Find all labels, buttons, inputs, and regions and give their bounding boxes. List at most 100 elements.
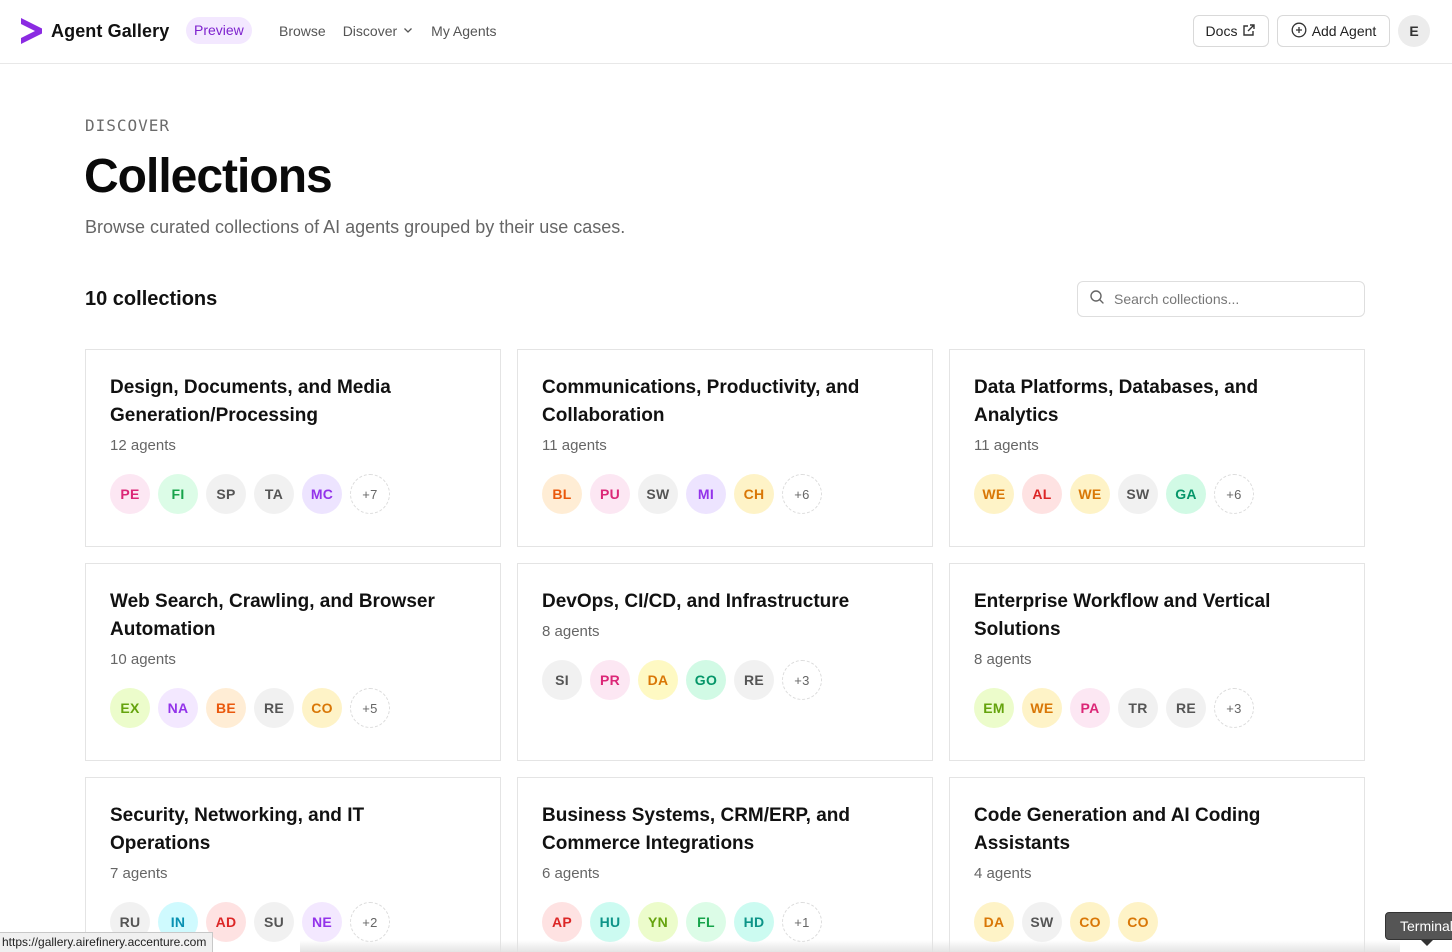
collection-card[interactable]: Web Search, Crawling, and Browser Automa… [85, 563, 501, 761]
collection-title: Business Systems, CRM/ERP, and Commerce … [542, 805, 850, 854]
agent-avatar: RE [734, 660, 774, 700]
collection-card[interactable]: Business Systems, CRM/ERP, and Commerce … [517, 777, 933, 952]
agent-avatar: NE [302, 902, 342, 942]
agent-avatar: GO [686, 660, 726, 700]
more-agents-count: +3 [1214, 688, 1254, 728]
search-icon [1089, 289, 1105, 310]
agent-avatar: CO [1118, 902, 1158, 942]
agent-avatar: FI [158, 474, 198, 514]
agent-avatar: SP [206, 474, 246, 514]
agent-avatar: RE [254, 688, 294, 728]
nav-browse[interactable]: Browse [279, 21, 326, 41]
collection-card[interactable]: Design, Documents, and Media Generation/… [85, 349, 501, 547]
more-agents-count: +6 [782, 474, 822, 514]
preview-badge: Preview [186, 17, 252, 44]
add-agent-label: Add Agent [1311, 23, 1377, 39]
agent-avatar: PR [590, 660, 630, 700]
agent-avatar-row: DA SW CO CO [974, 902, 1340, 942]
agent-avatar: CH [734, 474, 774, 514]
more-agents-count: +3 [782, 660, 822, 700]
search-input[interactable] [1114, 291, 1354, 307]
collection-agent-count: 12 agents [110, 437, 176, 454]
agent-avatar: RE [1166, 688, 1206, 728]
nav-browse-label: Browse [279, 23, 326, 39]
more-agents-count: +6 [1214, 474, 1254, 514]
tooltip: Terminal [1385, 912, 1452, 940]
agent-avatar: WE [1070, 474, 1110, 514]
agent-avatar-row: AP HU YN FL HD +1 [542, 902, 908, 942]
agent-avatar: AL [1022, 474, 1062, 514]
collection-title: Code Generation and AI Coding Assistants [974, 805, 1261, 854]
link-status-bar: https://gallery.airefinery.accenture.com [0, 932, 214, 952]
collection-title: Data Platforms, Databases, and Analytics [974, 377, 1259, 426]
nav-my-agents-label: My Agents [431, 23, 497, 39]
agent-avatar: SW [1118, 474, 1158, 514]
agent-avatar: GA [1166, 474, 1206, 514]
user-avatar[interactable]: E [1398, 15, 1430, 47]
agent-avatar-row: EM WE PA TR RE +3 [974, 688, 1340, 728]
agent-avatar: BL [542, 474, 582, 514]
agent-avatar: EM [974, 688, 1014, 728]
agent-avatar: WE [1022, 688, 1062, 728]
agent-avatar: PU [590, 474, 630, 514]
docs-button[interactable]: Docs [1193, 15, 1269, 47]
agent-avatar: WE [974, 474, 1014, 514]
agent-avatar: YN [638, 902, 678, 942]
nav-my-agents[interactable]: My Agents [431, 21, 496, 41]
top-nav-bar: Agent Gallery Preview Browse Discover My… [0, 0, 1452, 64]
agent-avatar: AP [542, 902, 582, 942]
collection-card[interactable]: Code Generation and AI Coding Assistants… [949, 777, 1365, 952]
collection-card[interactable]: Communications, Productivity, and Collab… [517, 349, 933, 547]
agent-avatar: SW [638, 474, 678, 514]
agent-avatar: CO [1070, 902, 1110, 942]
agent-avatar-row: BL PU SW MI CH +6 [542, 474, 908, 514]
agent-avatar: DA [638, 660, 678, 700]
collections-count: 10 collections [85, 288, 218, 310]
plus-circle-icon [1291, 22, 1312, 41]
collection-agent-count: 10 agents [110, 651, 176, 668]
collection-title: Enterprise Workflow and Vertical Solutio… [974, 591, 1271, 640]
brand-logo-icon [20, 18, 42, 44]
collection-card[interactable]: DevOps, CI/CD, and Infrastructure 8 agent… [517, 563, 933, 761]
agent-avatar: PA [1070, 688, 1110, 728]
brand-name: Agent Gallery [51, 20, 170, 41]
nav-discover[interactable]: Discover [343, 21, 414, 41]
agent-avatar: MI [686, 474, 726, 514]
collection-card[interactable]: Enterprise Workflow and Vertical Solutio… [949, 563, 1365, 761]
agent-avatar: SU [254, 902, 294, 942]
agent-avatar: SI [542, 660, 582, 700]
agent-avatar: EX [110, 688, 150, 728]
collection-title: DevOps, CI/CD, and Infrastructure [542, 591, 850, 612]
collection-card[interactable]: Data Platforms, Databases, and Analytics… [949, 349, 1365, 547]
collection-agent-count: 6 agents [542, 865, 600, 882]
chevron-down-icon [397, 21, 414, 41]
search-box [1077, 281, 1365, 317]
collection-agent-count: 7 agents [110, 865, 168, 882]
more-agents-count: +2 [350, 902, 390, 942]
collection-agent-count: 11 agents [542, 437, 607, 454]
collection-title: Web Search, Crawling, and Browser Automa… [110, 591, 435, 640]
agent-avatar: TA [254, 474, 294, 514]
collection-agent-count: 11 agents [974, 437, 1039, 454]
collection-title: Design, Documents, and Media Generation/… [110, 377, 391, 426]
collection-card[interactable]: Security, Networking, and IT Operations 7… [85, 777, 501, 952]
agent-avatar-row: PE FI SP TA MC +7 [110, 474, 476, 514]
scroll-fade [300, 940, 1400, 952]
nav-discover-label: Discover [342, 23, 398, 39]
collections-grid: Design, Documents, and Media Generation/… [85, 349, 1365, 952]
brand-link[interactable]: Agent Gallery [20, 18, 169, 44]
agent-avatar: HD [734, 902, 774, 942]
agent-avatar-row: EX NA BE RE CO +5 [110, 688, 476, 728]
page-subtitle: Browse curated collections of AI agents … [85, 217, 626, 237]
add-agent-button[interactable]: Add Agent [1277, 15, 1390, 47]
agent-avatar-row: WE AL WE SW GA +6 [974, 474, 1340, 514]
collection-agent-count: 8 agents [542, 623, 600, 640]
agent-avatar: NA [158, 688, 198, 728]
collection-agent-count: 8 agents [974, 651, 1032, 668]
agent-avatar: DA [974, 902, 1014, 942]
collection-title: Communications, Productivity, and Collab… [542, 377, 860, 426]
main-nav: Browse Discover My Agents [279, 21, 514, 41]
more-agents-count: +5 [350, 688, 390, 728]
tooltip-arrow [1420, 939, 1434, 946]
agent-avatar: BE [206, 688, 246, 728]
